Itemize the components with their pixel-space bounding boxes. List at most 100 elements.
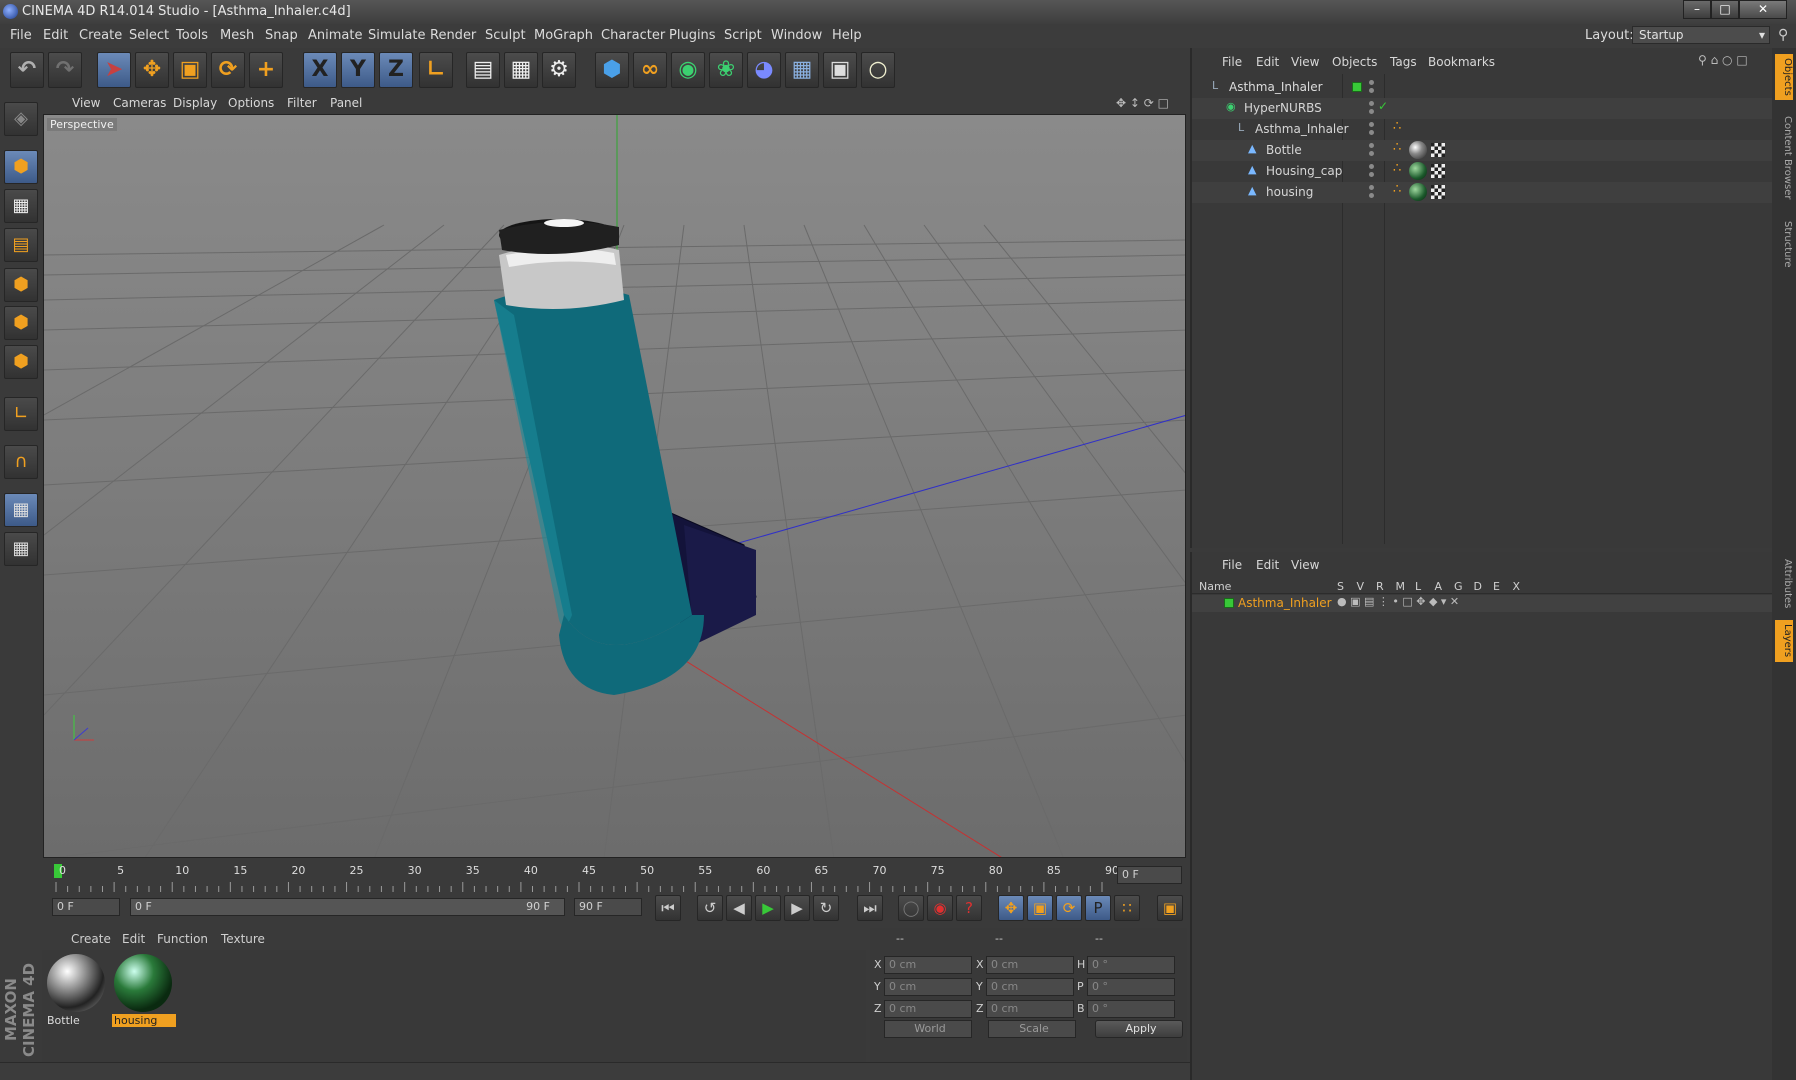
menu-select[interactable]: Select [129,28,169,43]
apply-button[interactable]: Apply [1095,1020,1183,1038]
points-mode-icon[interactable]: ⬢ [4,268,38,302]
viewport-menu-panel[interactable]: Panel [330,96,362,110]
redo-icon[interactable]: ↷ [48,52,82,88]
tab-layers[interactable]: Layers [1775,620,1793,662]
move-icon[interactable]: ✥ [135,52,169,88]
menu-mesh[interactable]: Mesh [220,28,254,43]
coord-value-field[interactable]: 0 ° [1087,1000,1175,1018]
coord-size-dropdown[interactable]: Scale [988,1020,1076,1038]
light-icon[interactable]: ○ [861,52,895,88]
tab-objects[interactable]: Objects [1775,54,1793,100]
render-picture-viewer-icon[interactable]: ▦ [504,52,538,88]
x-axis-icon[interactable]: X [303,52,337,88]
viewport-menu-cameras[interactable]: Cameras [113,96,166,110]
om-menu-objects[interactable]: Objects [1332,55,1377,69]
coord-value-field[interactable]: 0 ° [1087,978,1175,996]
material-menu-texture[interactable]: Texture [221,932,265,946]
texture-tag-icon[interactable] [1431,164,1445,178]
key-scale-icon[interactable]: ▣ [1027,895,1053,921]
autokeying-icon[interactable]: ◉ [927,895,953,921]
render-visibility-dot[interactable] [1369,88,1374,93]
lm-menu-view[interactable]: View [1291,558,1319,572]
enabled-check-icon[interactable]: ✓ [1378,99,1388,113]
next-keyframe-icon[interactable]: ↻ [813,895,839,921]
timeline-window-icon[interactable]: ▣ [1157,895,1183,921]
material-tag-icon[interactable] [1409,183,1427,201]
layer-flag-icons[interactable]: ● ▣ ▤ ⋮ • □ ✥ ◆ ▾ ✕ [1337,595,1459,608]
om-menu-view[interactable]: View [1291,55,1319,69]
maximize-button[interactable]: □ [1711,0,1739,19]
workplane-icon[interactable]: ▤ [4,228,38,262]
object-row[interactable]: Asthma_Inhaler L ∴ [1192,119,1772,140]
viewport-menu-filter[interactable]: Filter [287,96,317,110]
texture-mode-icon[interactable]: ▦ [4,189,38,223]
undo-icon[interactable]: ↶ [10,52,44,88]
menu-simulate[interactable]: Simulate [368,28,425,43]
world-coordinate-icon[interactable]: ∟ [419,52,453,88]
lm-menu-file[interactable]: File [1222,558,1242,572]
y-axis-icon[interactable]: Y [341,52,375,88]
key-rotation-icon[interactable]: ⟳ [1056,895,1082,921]
material-swatch-housing[interactable]: housing [112,952,176,1032]
start-frame-field[interactable]: 0 F [52,898,120,916]
menu-sculpt[interactable]: Sculpt [485,28,526,43]
keyframe-selection-icon[interactable]: ? [956,895,982,921]
object-row[interactable]: Asthma_Inhaler L [1192,77,1772,98]
lm-menu-edit[interactable]: Edit [1256,558,1279,572]
menu-edit[interactable]: Edit [43,28,68,43]
menu-snap[interactable]: Snap [265,28,298,43]
coord-value-field[interactable]: 0 cm [884,978,972,996]
z-axis-icon[interactable]: Z [379,52,413,88]
coord-mode-dropdown[interactable]: World [884,1020,972,1038]
render-view-icon[interactable]: ▤ [466,52,500,88]
record-active-icon[interactable]: ◯ [898,895,924,921]
object-row[interactable]: Housing_cap ▲ ∴ [1192,161,1772,182]
workplane-lock-icon[interactable]: ▦ [4,493,38,527]
axis-mode-icon[interactable]: ∟ [4,397,38,431]
texture-tag-icon[interactable] [1431,185,1445,199]
phong-tag-icon[interactable]: ∴ [1393,140,1401,155]
render-visibility-dot[interactable] [1369,193,1374,198]
om-search-home-icons[interactable]: ⚲ ⌂ ○ □ [1698,53,1748,67]
menu-character[interactable]: Character [601,28,665,43]
menu-animate[interactable]: Animate [308,28,362,43]
deformer-icon[interactable]: ◕ [747,52,781,88]
tab-content-browser[interactable]: Content Browser [1775,110,1793,206]
previous-frame-icon[interactable]: ◀ [726,895,752,921]
viewport-navigation-icons[interactable]: ✥ ↕ ⟳ □ [1116,96,1169,110]
om-menu-file[interactable]: File [1222,55,1242,69]
make-editable-icon[interactable]: ◈ [4,102,38,136]
layer-row[interactable]: Asthma_Inhaler ● ▣ ▤ ⋮ • □ ✥ ◆ ▾ ✕ [1192,595,1772,612]
minimize-button[interactable]: – [1683,0,1711,19]
current-frame-field[interactable]: 0 F [1117,866,1182,884]
viewport-menu-view[interactable]: View [72,96,100,110]
editor-visibility-dot[interactable] [1369,101,1374,106]
search-icon[interactable]: ⚲ [1778,27,1788,43]
key-pla-icon[interactable]: ∷ [1114,895,1140,921]
editor-visibility-dot[interactable] [1369,164,1374,169]
material-tag-icon[interactable] [1409,141,1427,159]
viewport-menu-display[interactable]: Display [173,96,217,110]
render-visibility-dot[interactable] [1369,151,1374,156]
viewport-menu-options[interactable]: Options [228,96,274,110]
array-icon[interactable]: ❀ [709,52,743,88]
menu-mograph[interactable]: MoGraph [534,28,593,43]
coord-value-field[interactable]: 0 cm [986,978,1074,996]
editor-visibility-dot[interactable] [1369,143,1374,148]
material-menu-function[interactable]: Function [157,932,208,946]
render-visibility-dot[interactable] [1369,130,1374,135]
menu-file[interactable]: File [10,28,32,43]
live-selection-icon[interactable]: ➤ [97,52,131,88]
play-icon[interactable]: ▶ [755,895,781,921]
om-menu-edit[interactable]: Edit [1256,55,1279,69]
menu-script[interactable]: Script [724,28,762,43]
editor-visibility-dot[interactable] [1369,80,1374,85]
coord-value-field[interactable]: 0 cm [884,1000,972,1018]
camera-icon[interactable]: ▣ [823,52,857,88]
cube-icon[interactable]: ⬢ [595,52,629,88]
editor-visibility-dot[interactable] [1369,122,1374,127]
coord-value-field[interactable]: 0 cm [986,1000,1074,1018]
end-frame-field[interactable]: 90 F [574,898,642,916]
object-row[interactable]: Bottle ▲ ∴ [1192,140,1772,161]
coord-value-field[interactable]: 0 ° [1087,956,1175,974]
